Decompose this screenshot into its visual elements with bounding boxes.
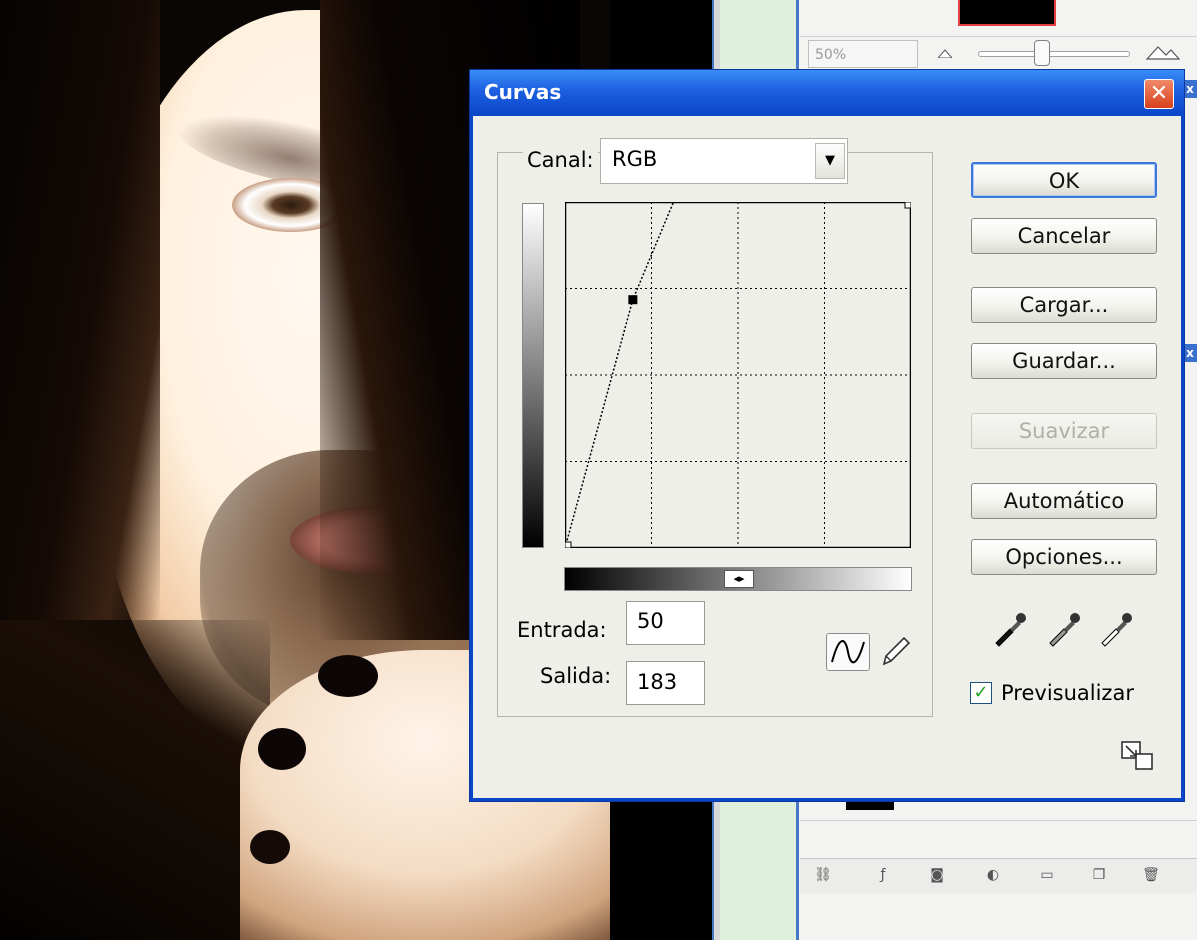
curve-graph-frame [565,202,911,548]
curve-graph[interactable] [565,202,911,548]
curve-tool-icon [831,640,865,664]
curve-control-point[interactable] [628,295,638,305]
output-value-field[interactable]: 183 [626,661,705,705]
zoom-slider-track[interactable] [978,51,1130,57]
new-layer-icon[interactable]: ❐ [1088,866,1110,884]
curve-endpoint-black[interactable] [565,541,572,548]
folder-icon[interactable]: ▭ [1036,866,1058,884]
zoom-slider-thumb[interactable] [1034,40,1050,66]
output-label: Salida: [540,664,612,688]
link-icon[interactable]: ⛓ [812,866,834,884]
panel-close-icon[interactable]: x [1183,344,1197,362]
gray-point-eyedropper-icon[interactable] [1046,609,1084,647]
auto-button[interactable]: Automático [971,483,1157,519]
white-point-eyedropper-icon[interactable] [1098,609,1136,647]
close-button[interactable]: ✕ [1144,79,1174,109]
pencil-icon[interactable] [878,634,912,670]
photo-hair-left [0,0,160,620]
layer-divider [800,820,1197,821]
navigator-thumbnail[interactable] [958,0,1056,26]
ok-button[interactable]: OK [971,162,1157,198]
gradient-direction-toggle-icon[interactable]: ◂▸ [724,570,754,588]
save-button[interactable]: Guardar... [971,343,1157,379]
preview-checkbox[interactable]: ✓ [970,682,992,704]
channel-select-value[interactable]: RGB [612,147,657,171]
smooth-button[interactable]: Suavizar [971,413,1157,449]
output-gradient-bar [522,203,544,548]
adjustment-icon[interactable]: ◐ [982,866,1004,884]
zoom-out-mountain-icon[interactable] [938,48,952,58]
expand-dialog-icon[interactable] [1120,740,1156,772]
photo-shadow [0,620,270,940]
curve-endpoint-white[interactable] [904,202,911,209]
photo-fingernail [258,728,306,770]
zoom-in-mountain-icon[interactable] [1146,44,1180,60]
zoom-field[interactable]: 50% [808,40,918,68]
preview-label[interactable]: Previsualizar [1001,681,1134,705]
photo-fingernail [250,830,290,864]
chevron-down-icon[interactable]: ▼ [815,143,845,179]
input-value-field[interactable]: 50 [626,601,705,645]
fx-icon[interactable]: ƒ [872,866,894,884]
channel-label: Canal: [523,148,598,172]
load-button[interactable]: Cargar... [971,287,1157,323]
mask-icon[interactable]: ◙ [926,866,948,884]
panel-close-icon[interactable]: x [1183,80,1197,98]
curve-point-tool-button[interactable] [826,633,870,671]
input-label: Entrada: [517,618,607,642]
cancel-button[interactable]: Cancelar [971,218,1157,254]
trash-icon[interactable]: 🗑 [1140,866,1162,884]
photo-fingernail [318,655,378,697]
black-point-eyedropper-icon[interactable] [992,609,1030,647]
options-button[interactable]: Opciones... [971,539,1157,575]
dialog-title-bar[interactable] [470,70,1184,116]
dialog-title: Curvas [484,80,562,104]
